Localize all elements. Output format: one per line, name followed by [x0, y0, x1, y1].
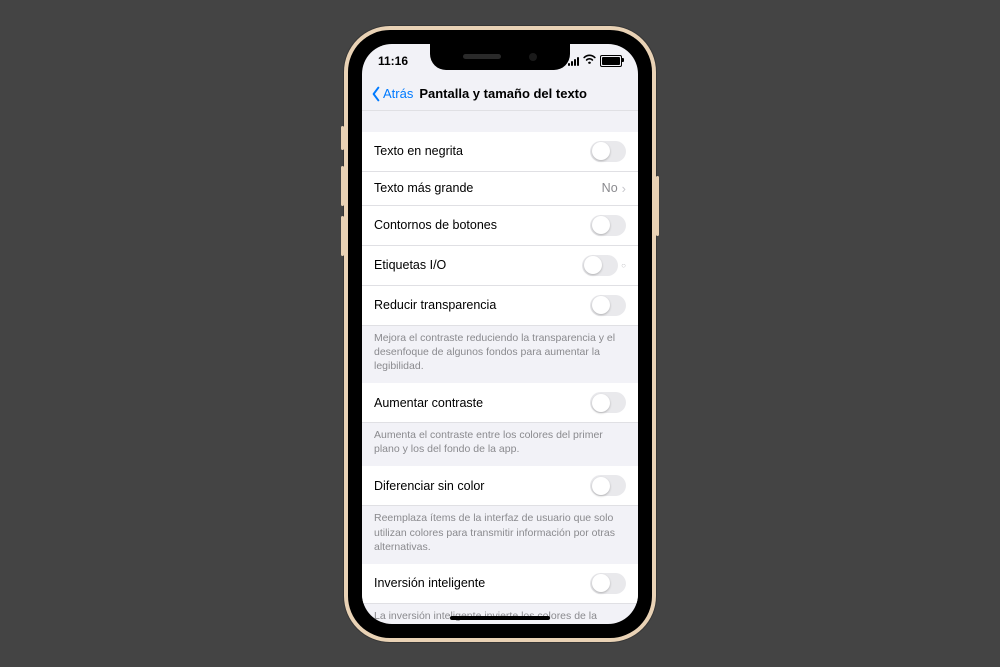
wifi-icon: [583, 54, 596, 67]
nav-bar: Atrás Pantalla y tamaño del texto: [362, 78, 638, 111]
row-label: Aumentar contraste: [374, 396, 483, 410]
toggle-button-shapes[interactable]: [590, 215, 626, 236]
front-camera: [529, 53, 537, 61]
row-larger-text[interactable]: Texto más grande No ›: [362, 172, 638, 206]
settings-content[interactable]: Texto en negrita Texto más grande No › C…: [362, 110, 638, 624]
row-bold-text[interactable]: Texto en negrita: [362, 132, 638, 172]
row-label: Etiquetas I/O: [374, 258, 446, 272]
row-differentiate-without-color[interactable]: Diferenciar sin color: [362, 466, 638, 506]
back-button[interactable]: Atrás: [368, 84, 415, 104]
screen: 11:16 Atrás Pantalla y tam: [362, 44, 638, 624]
row-value: No: [602, 181, 618, 195]
row-label: Texto en negrita: [374, 144, 463, 158]
toggle-reduce-transparency[interactable]: [590, 295, 626, 316]
row-label: Inversión inteligente: [374, 576, 485, 590]
note-increase-contrast: Aumenta el contraste entre los colores d…: [362, 423, 638, 466]
cellular-signal-icon: [568, 56, 579, 66]
toggle-differentiate-without-color[interactable]: [590, 475, 626, 496]
note-differentiate-without-color: Reemplaza ítems de la interfaz de usuari…: [362, 506, 638, 564]
power-button: [656, 176, 659, 236]
speaker-grille: [463, 54, 501, 59]
chevron-left-icon: [370, 86, 382, 102]
row-label: Contornos de botones: [374, 218, 497, 232]
back-label: Atrás: [383, 86, 413, 101]
phone-mockup: 11:16 Atrás Pantalla y tam: [344, 26, 656, 642]
row-label: Reducir transparencia: [374, 298, 496, 312]
row-reduce-transparency[interactable]: Reducir transparencia: [362, 286, 638, 326]
row-increase-contrast[interactable]: Aumentar contraste: [362, 383, 638, 423]
io-off-mark-icon: ○: [621, 261, 626, 270]
toggle-io-labels[interactable]: [582, 255, 618, 276]
page-title: Pantalla y tamaño del texto: [419, 86, 587, 101]
chevron-right-icon: ›: [622, 181, 626, 196]
row-smart-invert[interactable]: Inversión inteligente: [362, 564, 638, 604]
home-indicator[interactable]: [450, 616, 550, 620]
row-button-shapes[interactable]: Contornos de botones: [362, 206, 638, 246]
toggle-increase-contrast[interactable]: [590, 392, 626, 413]
mute-switch: [341, 126, 344, 150]
row-io-labels[interactable]: Etiquetas I/O ○: [362, 246, 638, 286]
notch: [430, 44, 570, 70]
row-label: Texto más grande: [374, 181, 473, 195]
status-time: 11:16: [378, 54, 408, 68]
volume-down-button: [341, 216, 344, 256]
note-reduce-transparency: Mejora el contraste reduciendo la transp…: [362, 326, 638, 384]
volume-up-button: [341, 166, 344, 206]
note-smart-invert: La inversión inteligente invierte los co…: [362, 604, 638, 624]
row-label: Diferenciar sin color: [374, 479, 484, 493]
toggle-bold-text[interactable]: [590, 141, 626, 162]
toggle-smart-invert[interactable]: [590, 573, 626, 594]
battery-icon: [600, 55, 622, 67]
